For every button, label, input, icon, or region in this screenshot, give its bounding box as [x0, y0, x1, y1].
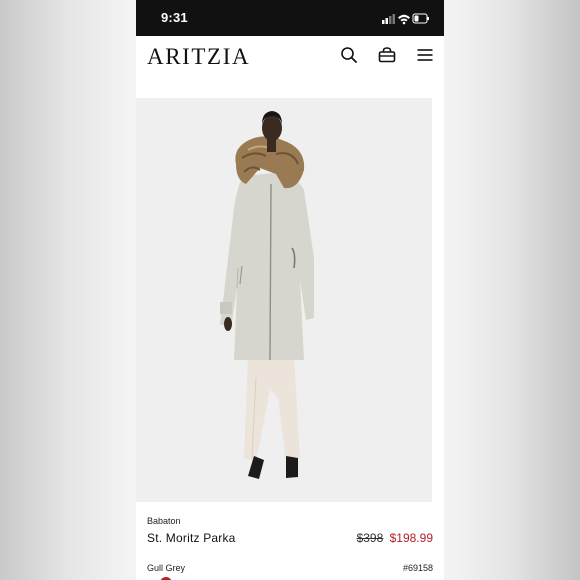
- product-brand[interactable]: Babaton: [147, 516, 181, 526]
- product-image[interactable]: [136, 98, 432, 502]
- phone-screen: 9:31 ARITZIA Babaton St. Moritz Parka $3…: [136, 0, 444, 580]
- product-price: $398 $198.99: [357, 531, 433, 545]
- sale-price: $198.99: [389, 531, 433, 545]
- status-icons: [382, 11, 430, 25]
- status-bar: 9:31: [136, 0, 444, 36]
- product-sku: #69158: [402, 563, 433, 573]
- aritzia-logo[interactable]: ARITZIA: [147, 44, 250, 70]
- site-header: ARITZIA: [136, 36, 444, 76]
- signal-wifi-battery-icon: [382, 13, 429, 25]
- original-price: $398: [356, 531, 384, 545]
- product-name[interactable]: St. Moritz Parka: [147, 531, 236, 545]
- bag-icon[interactable]: [378, 46, 396, 64]
- color-name: Gull Grey: [147, 563, 186, 573]
- search-icon[interactable]: [340, 46, 358, 64]
- menu-icon[interactable]: [416, 46, 434, 64]
- status-time: 9:31: [161, 10, 188, 25]
- header-spacer: [136, 76, 444, 98]
- product-info: Babaton St. Moritz Parka $398 $198.99 Gu…: [136, 502, 444, 580]
